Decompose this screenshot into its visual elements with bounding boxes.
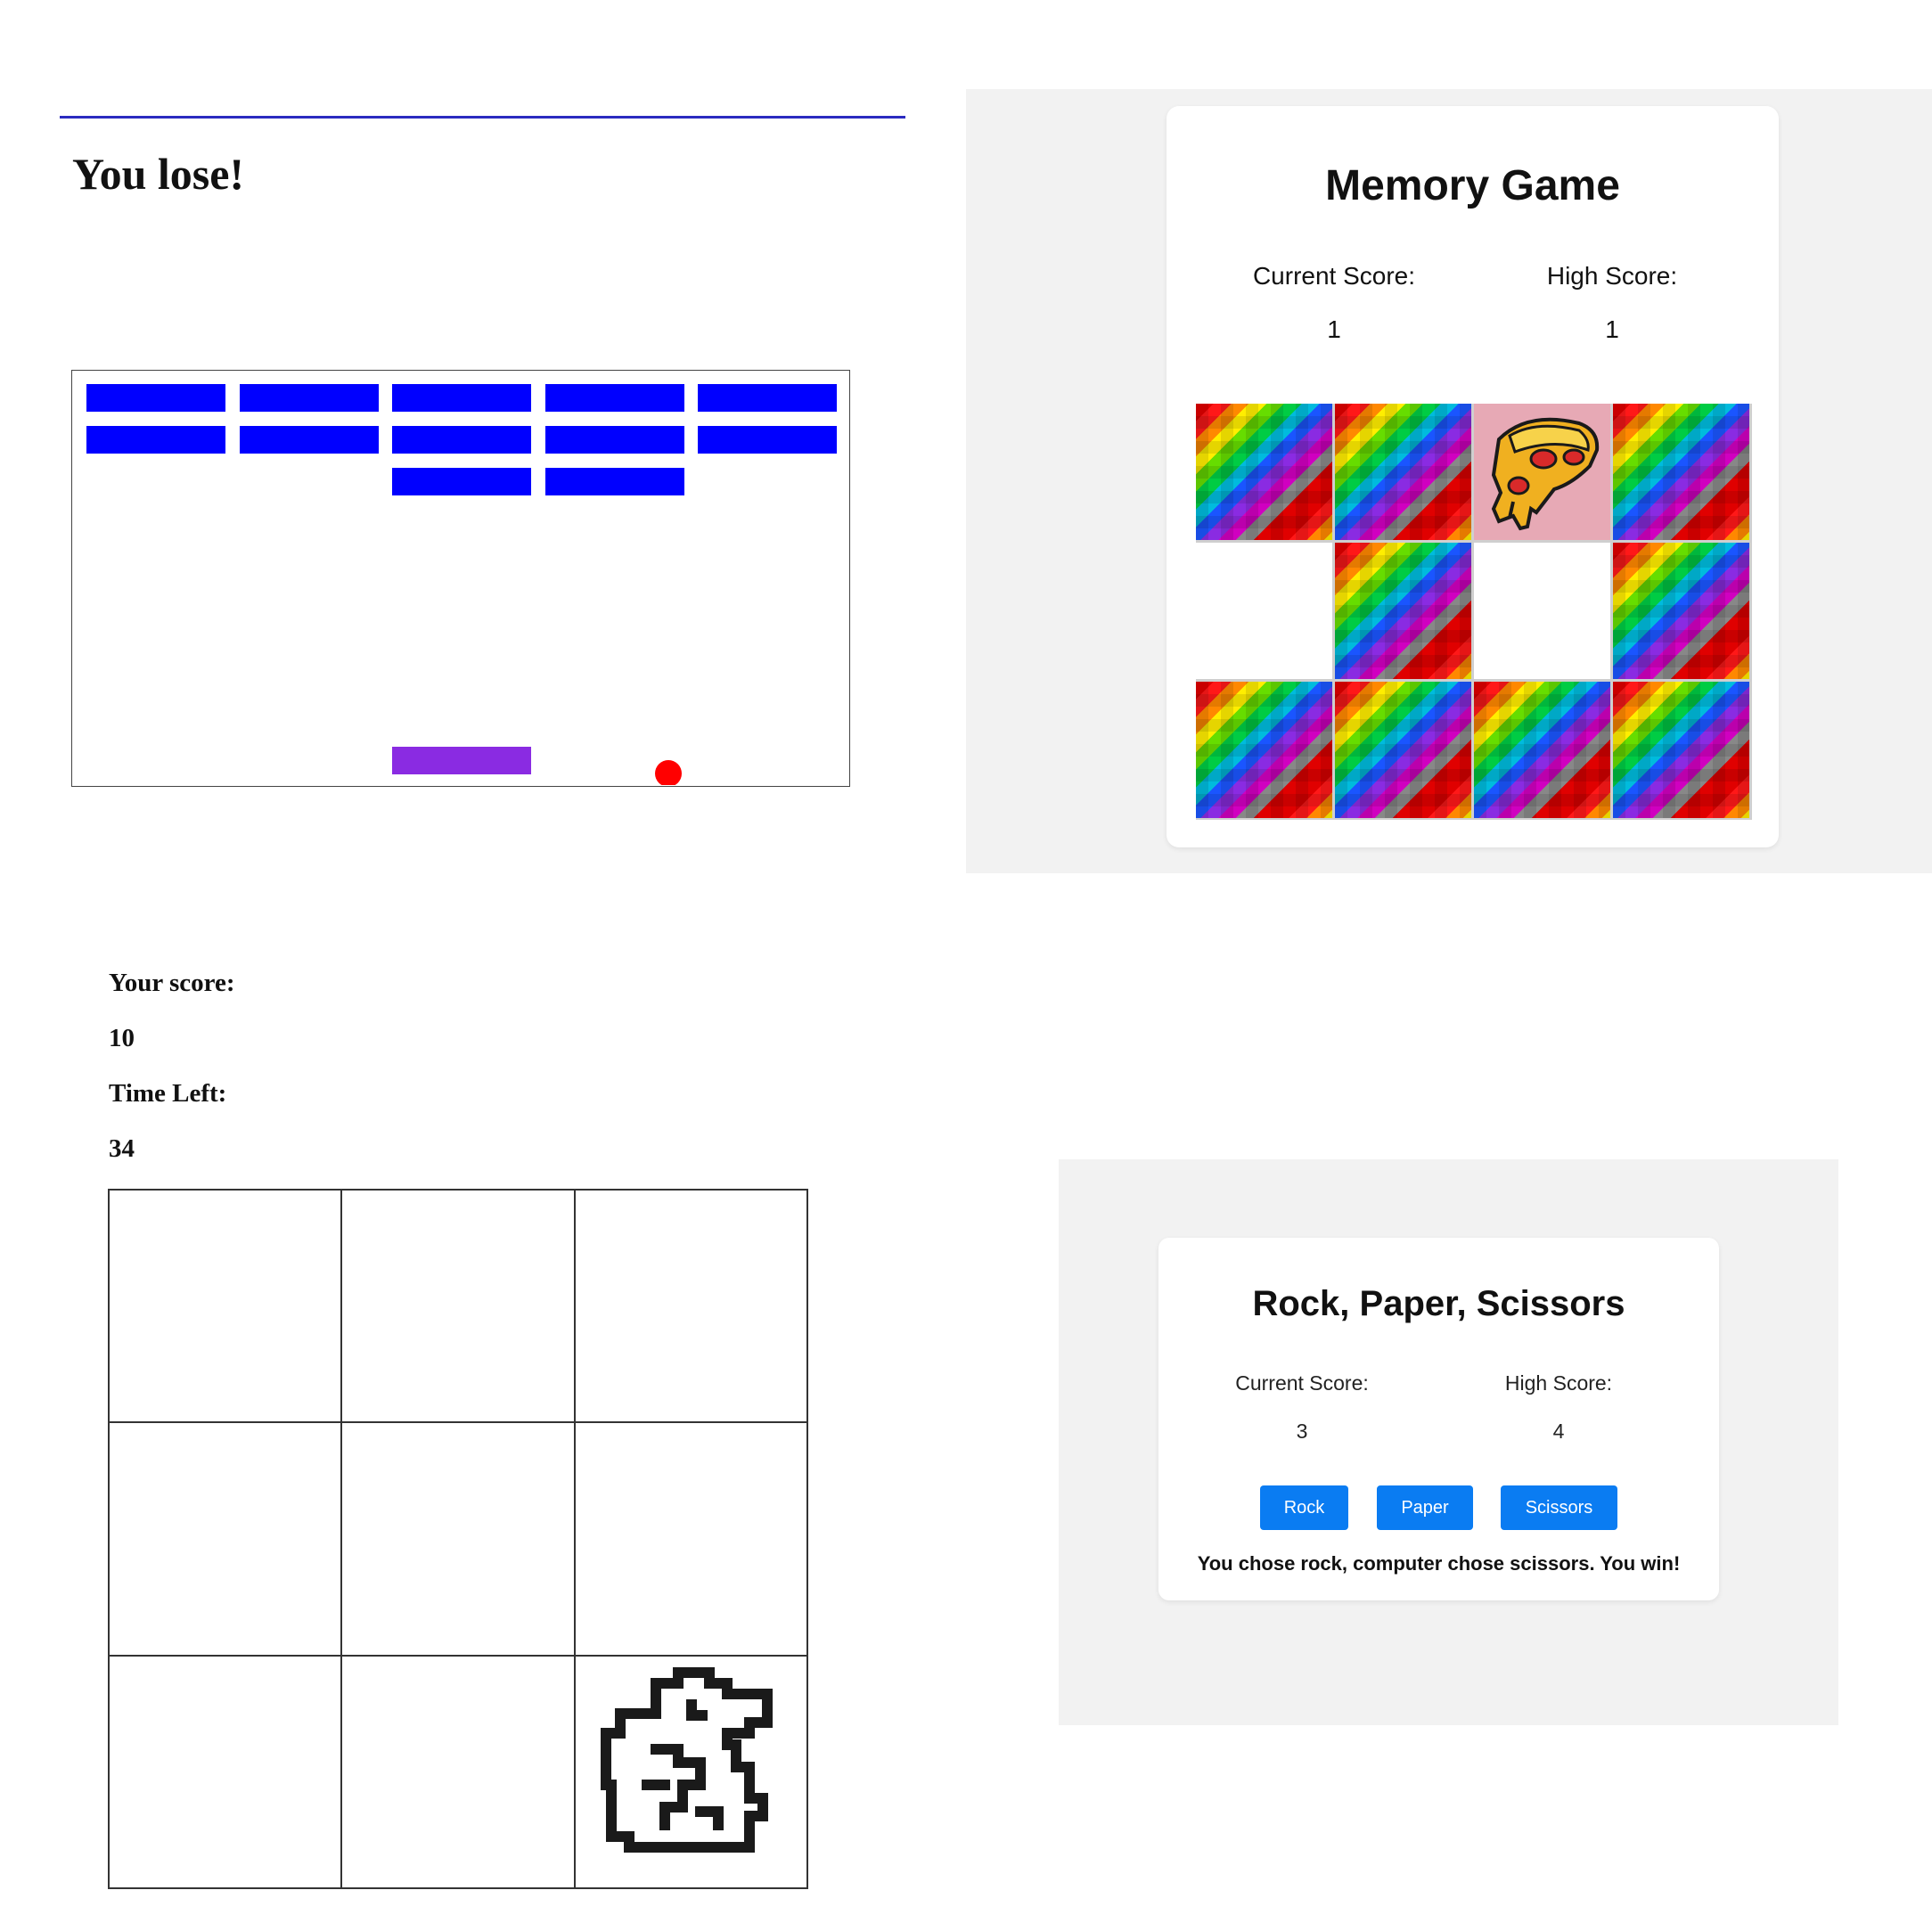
brick [86, 384, 225, 412]
whack-hole[interactable] [109, 1422, 342, 1656]
rock-button[interactable]: Rock [1260, 1485, 1348, 1530]
rps-current-score: Current Score: 3 [1186, 1371, 1418, 1444]
memory-card-pizza[interactable] [1474, 404, 1610, 540]
brick [240, 426, 379, 454]
rps-title: Rock, Paper, Scissors [1252, 1284, 1625, 1323]
breakout-canvas[interactable] [71, 370, 850, 787]
whack-score-label: Your score: [109, 969, 235, 997]
brick-row-2 [86, 426, 837, 454]
memory-card-back[interactable] [1196, 682, 1332, 818]
whack-time-label: Time Left: [109, 1079, 227, 1108]
paddle[interactable] [392, 747, 531, 774]
current-score-label: Current Score: [1252, 262, 1416, 290]
paper-button[interactable]: Paper [1377, 1485, 1473, 1530]
brick-row-3 [392, 468, 684, 495]
memory-card-back[interactable] [1335, 404, 1471, 540]
memory-card-grid [1196, 404, 1752, 820]
memory-card-back[interactable] [1613, 543, 1749, 679]
whack-time-value: 34 [109, 1134, 135, 1163]
memory-card-matched [1474, 543, 1610, 679]
brick [698, 426, 837, 454]
breakout-top-rule [60, 116, 905, 119]
game-status-heading: You lose! [72, 149, 245, 199]
whack-hole[interactable] [109, 1190, 342, 1423]
memory-card-back[interactable] [1613, 404, 1749, 540]
rps-card: Rock, Paper, Scissors Current Score: 3 H… [1158, 1238, 1719, 1600]
current-score-value: 3 [1296, 1420, 1308, 1443]
whack-hole[interactable] [341, 1190, 575, 1423]
memory-game-card: Memory Game Current Score: 1 High Score:… [1167, 106, 1779, 847]
whack-hole[interactable] [341, 1655, 575, 1888]
memory-card-back[interactable] [1335, 543, 1471, 679]
brick [698, 384, 837, 412]
current-score-value: 1 [1327, 315, 1341, 343]
memory-card-back[interactable] [1613, 682, 1749, 818]
brick [545, 468, 684, 495]
rps-result-message: You chose rock, computer chose scissors.… [1197, 1552, 1681, 1575]
pizza-icon [1491, 417, 1600, 531]
memory-card-back[interactable] [1335, 682, 1471, 818]
whack-hole[interactable] [574, 1422, 807, 1656]
brick-row-1 [86, 384, 837, 412]
memory-current-score: Current Score: 1 [1200, 262, 1468, 344]
whack-score-value: 10 [109, 1024, 135, 1052]
ball [655, 760, 682, 785]
brick [392, 384, 531, 412]
brick [545, 426, 684, 454]
memory-high-score: High Score: 1 [1478, 262, 1746, 344]
high-score-label: High Score: [1546, 262, 1678, 290]
whack-hole[interactable] [109, 1655, 342, 1888]
rps-high-score: High Score: 4 [1443, 1371, 1674, 1444]
brick [392, 426, 531, 454]
current-score-label: Current Score: [1235, 1371, 1369, 1395]
high-score-value: 4 [1552, 1420, 1565, 1443]
high-score-label: High Score: [1504, 1371, 1613, 1395]
memory-game-title: Memory Game [1325, 162, 1620, 209]
whack-grid [108, 1189, 808, 1889]
brick [240, 384, 379, 412]
whack-hole[interactable] [574, 1190, 807, 1423]
memory-card-back[interactable] [1196, 404, 1332, 540]
brick [545, 384, 684, 412]
whack-hole[interactable] [341, 1422, 575, 1656]
memory-card-back[interactable] [1474, 682, 1610, 818]
mole-icon [600, 1666, 773, 1853]
high-score-value: 1 [1605, 315, 1619, 343]
brick [86, 426, 225, 454]
brick [392, 468, 531, 495]
scissors-button[interactable]: Scissors [1501, 1485, 1617, 1530]
memory-card-matched [1196, 543, 1332, 679]
whack-hole-with-mole[interactable] [574, 1655, 807, 1888]
